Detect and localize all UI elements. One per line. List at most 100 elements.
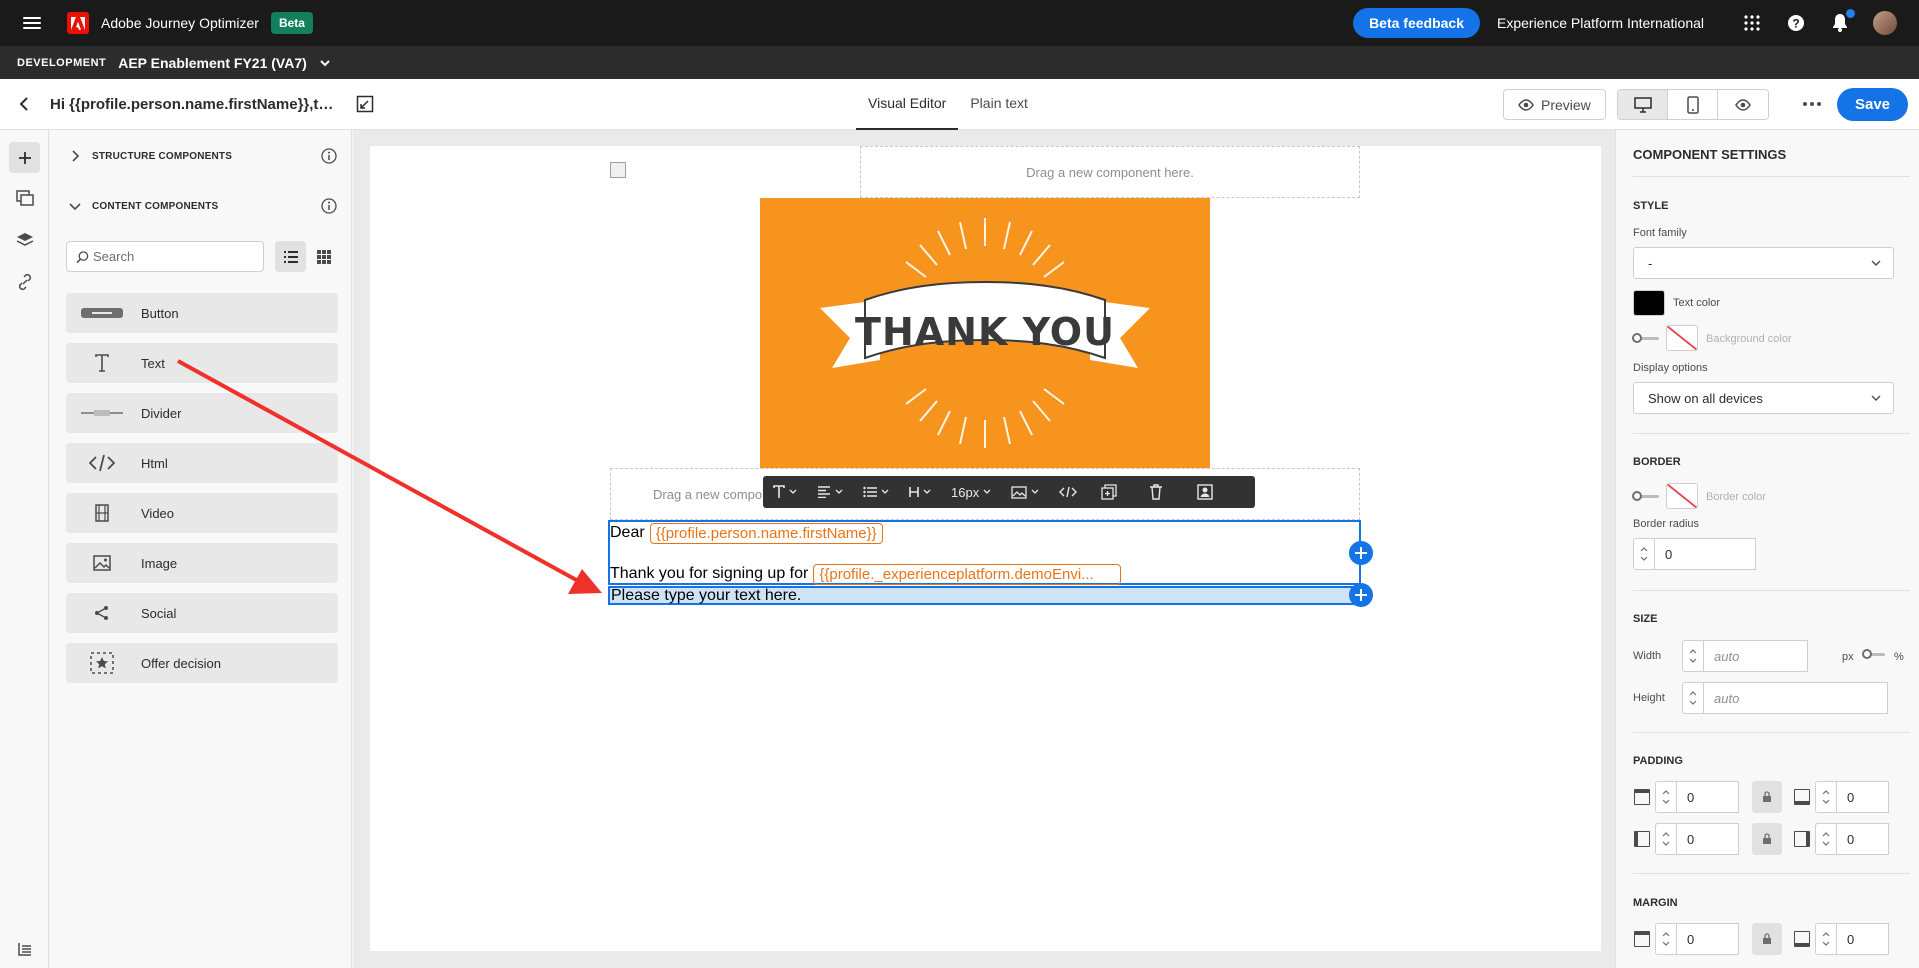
component-html[interactable]: Html (66, 443, 338, 483)
tab-visual-editor[interactable]: Visual Editor (856, 79, 959, 130)
grid-view-toggle[interactable] (308, 241, 339, 272)
info-icon[interactable] (321, 148, 337, 164)
padding-right-input[interactable]: 0 (1837, 823, 1889, 855)
margin-top-input[interactable]: 0 (1677, 923, 1739, 955)
help-icon[interactable]: ? (1785, 12, 1807, 34)
new-text-component[interactable]: Please type your text here. (608, 586, 1361, 605)
component-image[interactable]: Image (66, 543, 338, 583)
org-switcher[interactable]: Experience Platform International (1497, 15, 1704, 31)
demo-environment-token[interactable]: {{profile._experienceplatform.demoEnvi..… (813, 563, 1122, 585)
message-subject-title: Hi {{profile.person.name.firstName}},tha… (50, 95, 340, 113)
padding-top-stepper[interactable] (1655, 781, 1677, 813)
broken-image-placeholder[interactable] (610, 162, 626, 178)
select-expand-icon[interactable] (356, 95, 374, 113)
font-size-dropdown[interactable]: 16px (941, 476, 1001, 508)
width-input[interactable]: auto (1704, 640, 1808, 672)
margin-bottom-stepper[interactable] (1815, 923, 1837, 955)
display-options-select[interactable]: Show on all devices (1633, 382, 1894, 414)
padding-left-stepper[interactable] (1655, 823, 1677, 855)
add-component-handle[interactable] (1349, 583, 1373, 607)
sandbox-name[interactable]: AEP Enablement FY21 (VA7) (118, 55, 307, 71)
padding-left-input[interactable]: 0 (1677, 823, 1739, 855)
text-color-swatch[interactable] (1633, 290, 1665, 316)
insert-image-dropdown[interactable] (1001, 476, 1049, 508)
height-input[interactable]: auto (1704, 682, 1888, 714)
settings-stack-icon[interactable] (12, 936, 37, 961)
film-icon (95, 504, 109, 522)
info-icon[interactable] (321, 198, 337, 214)
adobe-logo[interactable] (67, 12, 89, 34)
font-style-dropdown[interactable] (763, 476, 807, 508)
height-stepper[interactable] (1682, 682, 1704, 714)
layers-icon[interactable] (12, 227, 37, 252)
content-components-header[interactable]: CONTENT COMPONENTS (50, 188, 352, 224)
save-button[interactable]: Save (1837, 88, 1908, 121)
component-text[interactable]: Text (66, 343, 338, 383)
unit-toggle[interactable] (1862, 648, 1885, 660)
align-dropdown[interactable] (807, 476, 853, 508)
list-view-toggle[interactable] (275, 241, 306, 272)
padding-bottom-input[interactable]: 0 (1837, 781, 1889, 813)
mobile-view-button[interactable] (1668, 90, 1718, 119)
heading-dropdown[interactable] (899, 476, 941, 508)
chevron-down-icon (881, 489, 889, 494)
thank-you-hero-image[interactable]: THANK YOU (760, 198, 1210, 468)
preview-button[interactable]: Preview (1503, 89, 1606, 120)
chevron-down-icon[interactable] (319, 57, 331, 69)
greeting-line[interactable]: Dear {{profile.person.name.firstName}} (610, 522, 883, 544)
thanks-line[interactable]: Thank you for signing up for {{profile._… (610, 563, 1122, 585)
firstname-token[interactable]: {{profile.person.name.firstName}} (649, 522, 883, 544)
tab-plain-text[interactable]: Plain text (958, 79, 1040, 130)
image-icon (1011, 485, 1027, 499)
padding-lock-button[interactable] (1752, 823, 1782, 855)
font-family-select[interactable]: - (1633, 247, 1894, 279)
app-switcher-icon[interactable] (1741, 12, 1763, 34)
component-button[interactable]: Button (66, 293, 338, 333)
source-code-button[interactable] (1049, 476, 1087, 508)
border-color-swatch[interactable] (1666, 483, 1698, 509)
link-icon[interactable] (12, 269, 37, 294)
notifications-bell-icon[interactable] (1829, 9, 1855, 34)
component-divider[interactable]: Divider (66, 393, 338, 433)
margin-bottom-input[interactable]: 0 (1837, 923, 1889, 955)
border-color-toggle[interactable] (1632, 490, 1659, 502)
button-icon (81, 308, 123, 318)
structure-components-header[interactable]: STRUCTURE COMPONENTS (50, 138, 352, 174)
preview-eye-button[interactable] (1718, 90, 1768, 119)
unit-percent-label: % (1894, 651, 1904, 663)
margin-top-stepper[interactable] (1655, 923, 1677, 955)
delete-button[interactable] (1139, 476, 1173, 508)
border-radius-input[interactable]: 0 (1655, 538, 1756, 570)
beta-feedback-button[interactable]: Beta feedback (1353, 8, 1480, 38)
app-name[interactable]: Adobe Journey Optimizer (101, 15, 259, 31)
background-color-swatch[interactable] (1666, 325, 1698, 351)
code-icon (89, 454, 115, 472)
padding-lock-button[interactable] (1752, 781, 1782, 813)
personalization-button[interactable] (1187, 476, 1223, 508)
heading-icon (909, 487, 919, 497)
search-input[interactable] (93, 249, 263, 264)
border-radius-stepper[interactable] (1633, 538, 1655, 570)
more-actions-icon[interactable] (1800, 95, 1824, 113)
add-components-icon[interactable] (9, 142, 40, 173)
size-section-label: SIZE (1633, 613, 1658, 625)
padding-bottom-stepper[interactable] (1815, 781, 1837, 813)
component-offer-decision[interactable]: Offer decision (66, 643, 338, 683)
padding-top-input[interactable]: 0 (1677, 781, 1739, 813)
padding-right-icon (1794, 831, 1810, 847)
user-avatar[interactable] (1873, 11, 1897, 35)
background-color-toggle[interactable] (1632, 332, 1659, 344)
width-stepper[interactable] (1682, 640, 1704, 672)
add-component-handle[interactable] (1349, 541, 1373, 565)
assets-icon[interactable] (12, 185, 37, 210)
drop-zone-top[interactable]: Drag a new component here. (860, 146, 1360, 198)
list-dropdown[interactable] (853, 476, 899, 508)
margin-lock-button[interactable] (1752, 923, 1782, 955)
back-arrow-icon[interactable] (16, 96, 32, 112)
duplicate-button[interactable] (1091, 476, 1127, 508)
component-video[interactable]: Video (66, 493, 338, 533)
menu-icon[interactable] (23, 17, 41, 29)
desktop-view-button[interactable] (1618, 90, 1668, 119)
component-social[interactable]: Social (66, 593, 338, 633)
padding-right-stepper[interactable] (1815, 823, 1837, 855)
